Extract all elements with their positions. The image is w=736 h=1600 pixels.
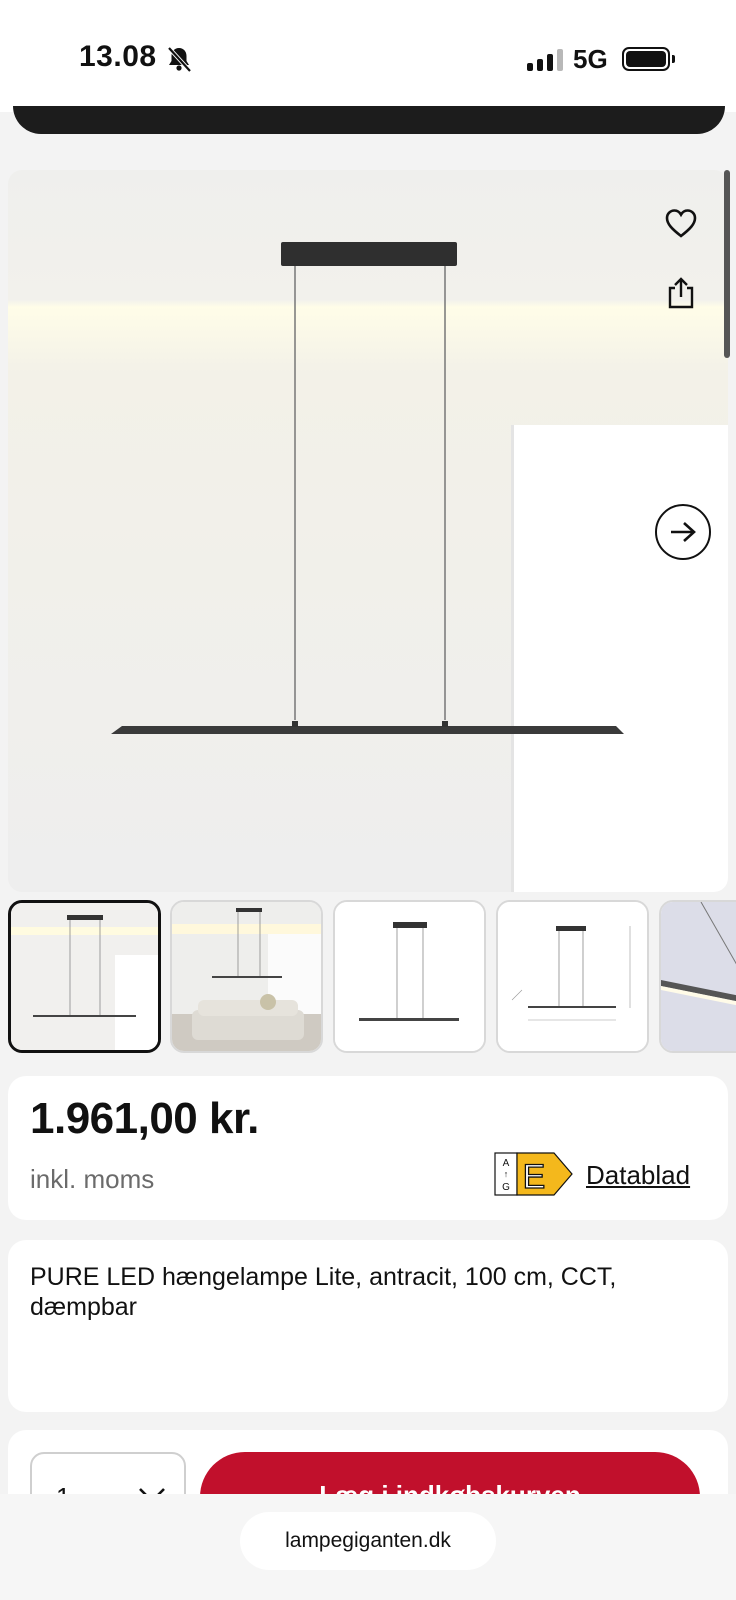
status-bar: 13.08 5G xyxy=(0,0,736,112)
datasheet-link[interactable]: Datablad xyxy=(586,1160,690,1191)
vat-note: inkl. moms xyxy=(30,1164,155,1194)
thumbnail-4[interactable] xyxy=(496,900,649,1053)
product-main-image[interactable] xyxy=(8,170,728,892)
thumbnail-5[interactable] xyxy=(659,900,736,1053)
battery-icon xyxy=(622,47,670,71)
battery-tip xyxy=(672,55,675,63)
share-button[interactable] xyxy=(655,267,707,319)
image-scroll-indicator[interactable] xyxy=(724,170,730,358)
energy-scale-bottom: G xyxy=(502,1182,510,1193)
energy-grade: E xyxy=(523,1158,546,1196)
site-header-bar xyxy=(13,106,725,134)
thumbnail-1[interactable] xyxy=(8,900,161,1053)
description-card: PURE LED hængelampe Lite, antracit, 100 … xyxy=(8,1240,728,1412)
price-card: 1.961,00 kr. inkl. moms A ↑ G E Datablad xyxy=(8,1076,728,1220)
energy-scale-top: A xyxy=(503,1158,510,1169)
heart-icon xyxy=(665,209,697,238)
browser-bottom-bar: lampegiganten.dk xyxy=(0,1494,736,1600)
product-title: PURE LED hængelampe Lite, antracit, 100 … xyxy=(30,1263,617,1321)
network-type: 5G xyxy=(573,44,608,74)
thumbnail-strip[interactable] xyxy=(8,898,736,1054)
url-text: lampegiganten.dk xyxy=(285,1529,451,1552)
svg-text:↑: ↑ xyxy=(504,1169,509,1179)
address-bar[interactable]: lampegiganten.dk xyxy=(240,1512,496,1570)
thumbnail-2[interactable] xyxy=(170,900,323,1053)
status-time: 13.08 xyxy=(79,40,157,73)
energy-label-icon[interactable]: A ↑ G E xyxy=(494,1152,574,1196)
next-image-button[interactable] xyxy=(655,504,711,560)
share-icon xyxy=(668,277,694,309)
thumbnail-3[interactable] xyxy=(333,900,486,1053)
favorite-button[interactable] xyxy=(655,198,707,250)
product-price: 1.961,00 kr. xyxy=(30,1094,259,1143)
bell-muted-icon xyxy=(167,46,192,73)
arrow-right-icon xyxy=(671,522,696,542)
signal-icon xyxy=(527,49,563,71)
